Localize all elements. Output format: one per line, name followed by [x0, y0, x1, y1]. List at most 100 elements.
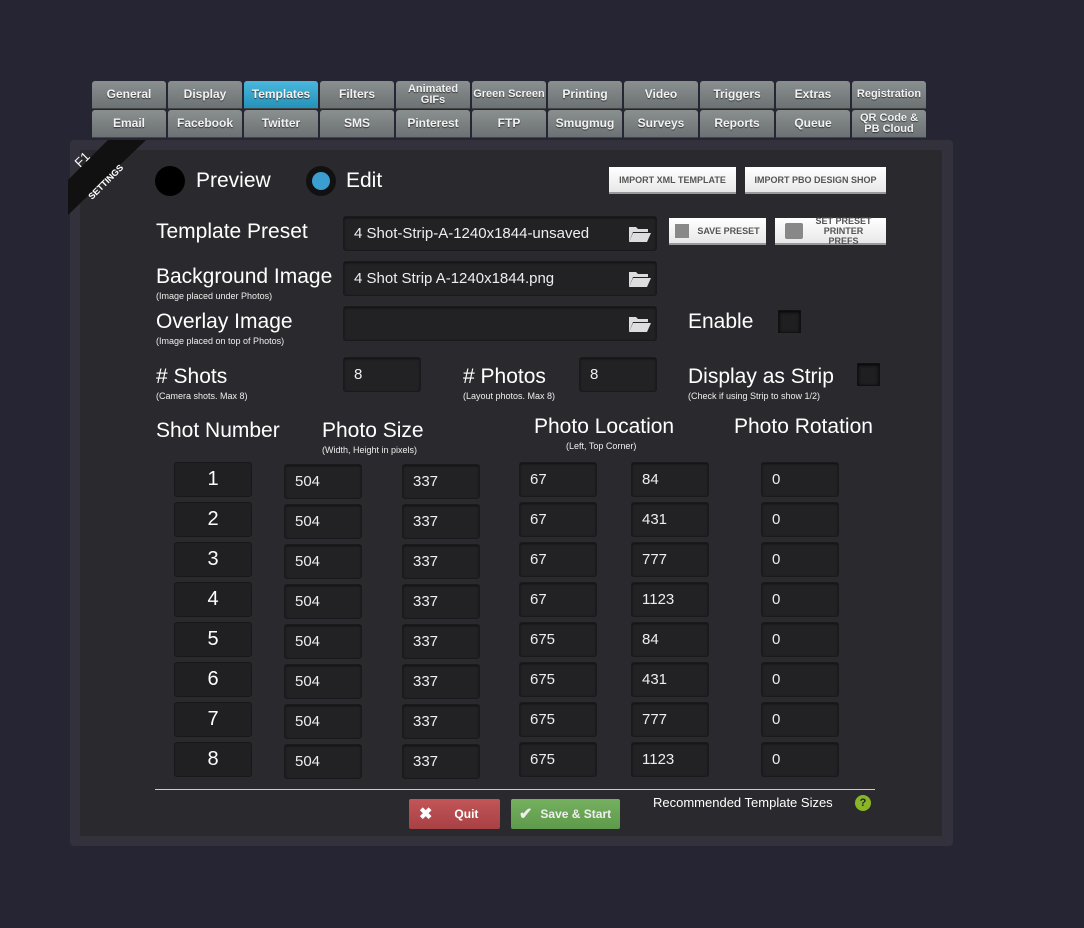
left-input[interactable]: 675 [519, 662, 597, 697]
rotation-input[interactable]: 0 [761, 502, 839, 537]
height-input[interactable]: 337 [402, 704, 480, 739]
template-preset-value: 4 Shot-Strip-A-1240x1844-unsaved [354, 225, 590, 242]
tab-ftp[interactable]: FTP [472, 110, 546, 138]
shot-number-header: Shot Number [156, 419, 280, 442]
rotation-input[interactable]: 0 [761, 702, 839, 737]
width-input[interactable]: 504 [284, 464, 362, 499]
enable-label: Enable [688, 310, 754, 333]
left-input[interactable]: 67 [519, 502, 597, 537]
shots-hint: (Camera shots. Max 8) [156, 391, 248, 401]
height-input[interactable]: 337 [402, 544, 480, 579]
tab-video[interactable]: Video [624, 81, 698, 109]
tab-triggers[interactable]: Triggers [700, 81, 774, 109]
overlay-image-input[interactable] [343, 306, 657, 341]
top-input[interactable]: 84 [631, 622, 709, 657]
top-input[interactable]: 777 [631, 542, 709, 577]
top-input[interactable]: 1123 [631, 742, 709, 777]
floppy-icon [675, 223, 690, 238]
tab-reports[interactable]: Reports [700, 110, 774, 138]
tab-filters[interactable]: Filters [320, 81, 394, 109]
tab-green-screen[interactable]: Green Screen [472, 81, 546, 109]
overlay-image-label: Overlay Image [156, 310, 293, 333]
left-input[interactable]: 675 [519, 702, 597, 737]
top-input[interactable]: 1123 [631, 582, 709, 617]
tab-general[interactable]: General [92, 81, 166, 109]
width-input[interactable]: 504 [284, 584, 362, 619]
top-input[interactable]: 431 [631, 502, 709, 537]
tab-smugmug[interactable]: Smugmug [548, 110, 622, 138]
tab-queue[interactable]: Queue [776, 110, 850, 138]
width-input[interactable]: 504 [284, 704, 362, 739]
width-input[interactable]: 504 [284, 664, 362, 699]
left-input[interactable]: 675 [519, 742, 597, 777]
rotation-input[interactable]: 0 [761, 662, 839, 697]
save-preset-button[interactable]: SAVE PRESET [669, 218, 766, 245]
tab-sms[interactable]: SMS [320, 110, 394, 138]
tab-twitter[interactable]: Twitter [244, 110, 318, 138]
shot-number: 8 [174, 742, 252, 777]
height-input[interactable]: 337 [402, 504, 480, 539]
edit-label: Edit [346, 169, 383, 192]
tab-registration[interactable]: Registration [852, 81, 926, 109]
top-input[interactable]: 431 [631, 662, 709, 697]
background-image-hint: (Image placed under Photos) [156, 291, 273, 301]
template-preset-input[interactable]: 4 Shot-Strip-A-1240x1844-unsaved [343, 216, 657, 251]
tab-qr-code-pb-cloud[interactable]: QR Code & PB Cloud [852, 110, 926, 138]
height-input[interactable]: 337 [402, 464, 480, 499]
import-pbo-design-shop-button[interactable]: IMPORT PBO DESIGN SHOP [745, 167, 886, 194]
height-input[interactable]: 337 [402, 624, 480, 659]
height-input[interactable]: 337 [402, 744, 480, 779]
height-input[interactable]: 337 [402, 664, 480, 699]
display-strip-checkbox[interactable] [857, 363, 880, 386]
left-input[interactable]: 67 [519, 582, 597, 617]
left-input[interactable]: 675 [519, 622, 597, 657]
preview-radio[interactable] [155, 166, 185, 196]
background-image-input[interactable]: 4 Shot Strip A-1240x1844.png [343, 261, 657, 296]
folder-icon[interactable] [628, 225, 652, 243]
shot-number: 3 [174, 542, 252, 577]
tab-display[interactable]: Display [168, 81, 242, 109]
rotation-input[interactable]: 0 [761, 742, 839, 777]
width-input[interactable]: 504 [284, 744, 362, 779]
tab-templates[interactable]: Templates [244, 81, 318, 109]
height-input[interactable]: 337 [402, 584, 480, 619]
tab-surveys[interactable]: Surveys [624, 110, 698, 138]
tab-extras[interactable]: Extras [776, 81, 850, 109]
folder-icon[interactable] [628, 270, 652, 288]
recommended-sizes-link[interactable]: Recommended Template Sizes [653, 795, 833, 810]
overlay-enable-checkbox[interactable] [778, 310, 801, 333]
left-input[interactable]: 67 [519, 542, 597, 577]
photos-hint: (Layout photos. Max 8) [463, 391, 556, 401]
tab-facebook[interactable]: Facebook [168, 110, 242, 138]
left-input[interactable]: 67 [519, 462, 597, 497]
folder-icon[interactable] [628, 315, 652, 333]
top-input[interactable]: 84 [631, 462, 709, 497]
set-preset-printer-prefs-button[interactable]: SET PRESET PRINTER PREFS [775, 216, 886, 246]
tab-pinterest[interactable]: Pinterest [396, 110, 470, 138]
photo-size-hint: (Width, Height in pixels) [322, 445, 418, 455]
shot-number: 5 [174, 622, 252, 657]
quit-button[interactable]: ✖ Quit [409, 799, 500, 829]
save-start-button[interactable]: ✔ Save & Start [511, 799, 620, 829]
help-icon[interactable]: ? [855, 795, 871, 811]
import-xml-template-button[interactable]: IMPORT XML TEMPLATE [609, 167, 736, 194]
tab-email[interactable]: Email [92, 110, 166, 138]
tab-animated-gifs[interactable]: Animated GIFs [396, 81, 470, 109]
shot-number: 2 [174, 502, 252, 537]
printer-icon [784, 222, 803, 239]
shots-label: # Shots [156, 365, 228, 388]
rotation-input[interactable]: 0 [761, 622, 839, 657]
settings-ribbon: SETTINGS F1 [68, 140, 146, 215]
width-input[interactable]: 504 [284, 504, 362, 539]
photos-input[interactable]: 8 [579, 357, 657, 392]
tab-printing[interactable]: Printing [548, 81, 622, 109]
edit-radio[interactable] [306, 166, 336, 196]
template-preset-label: Template Preset [156, 220, 308, 243]
rotation-input[interactable]: 0 [761, 542, 839, 577]
rotation-input[interactable]: 0 [761, 582, 839, 617]
shots-input[interactable]: 8 [343, 357, 421, 392]
width-input[interactable]: 504 [284, 624, 362, 659]
rotation-input[interactable]: 0 [761, 462, 839, 497]
top-input[interactable]: 777 [631, 702, 709, 737]
width-input[interactable]: 504 [284, 544, 362, 579]
